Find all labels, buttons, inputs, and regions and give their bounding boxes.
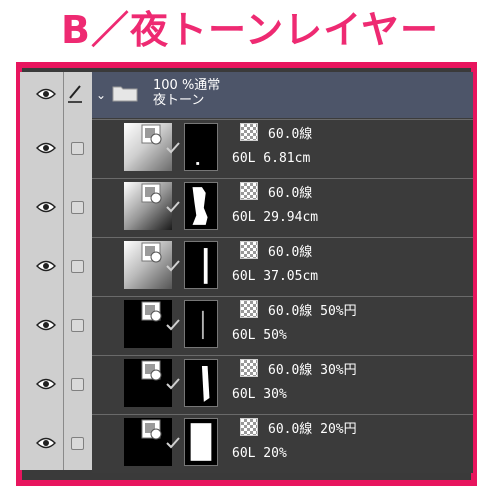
tone-layer-icon	[141, 242, 162, 263]
lock-checkbox[interactable]	[71, 201, 84, 214]
tone-layer-icon	[141, 183, 162, 204]
layer-tone-settings: 60.0線	[268, 186, 313, 201]
eye-icon[interactable]	[36, 437, 56, 449]
layer-mask-thumbnail[interactable]	[184, 418, 218, 466]
eye-icon[interactable]	[36, 378, 56, 390]
tone-layer-icon	[141, 124, 162, 145]
eye-icon[interactable]	[36, 142, 56, 154]
page-title: B／夜トーンレイヤー	[61, 8, 439, 52]
checkmark-icon	[166, 260, 180, 272]
eye-icon[interactable]	[36, 201, 56, 213]
layer-tone-settings: 60.0線	[268, 127, 313, 142]
eye-icon[interactable]	[36, 88, 56, 100]
layer-mask-thumbnail[interactable]	[184, 123, 218, 171]
tone-icon	[240, 418, 258, 436]
folder-name: 夜トーン	[153, 93, 205, 108]
checkmark-icon	[166, 142, 180, 154]
chevron-down-icon[interactable]: ⌄	[96, 88, 106, 102]
layer-tone-settings: 60.0線 30%円	[268, 363, 357, 378]
checkmark-icon	[166, 201, 180, 213]
tone-layer-icon	[141, 419, 162, 440]
layer-name: 60L 6.81cm	[232, 151, 311, 166]
layer-name: 60L 50%	[232, 328, 287, 343]
lock-checkbox[interactable]	[71, 437, 84, 450]
checkmark-icon	[166, 319, 180, 331]
tone-layer-icon	[141, 360, 162, 381]
tone-icon	[240, 359, 258, 377]
layer-tone-settings: 60.0線 20%円	[268, 422, 357, 437]
folder-icon	[112, 86, 138, 102]
pen-icon[interactable]	[66, 84, 84, 104]
tone-icon	[240, 123, 258, 141]
layer-mask-thumbnail[interactable]	[184, 241, 218, 289]
checkmark-icon	[166, 378, 180, 390]
tone-icon	[240, 182, 258, 200]
layer-name: 60L 29.94cm	[232, 210, 319, 225]
folder-blend-mode: 100 %通常	[153, 78, 221, 93]
layer-name: 60L 20%	[232, 446, 287, 461]
layer-mask-thumbnail[interactable]	[184, 359, 218, 407]
checkmark-icon	[166, 437, 180, 449]
layer-mask-thumbnail[interactable]	[184, 300, 218, 348]
tone-icon	[240, 300, 258, 318]
layer-name: 60L 30%	[232, 387, 287, 402]
tone-layer-icon	[141, 301, 162, 322]
tone-icon	[240, 241, 258, 259]
folder-label: 100 %通常 夜トーン	[153, 78, 220, 108]
layer-mask-thumbnail[interactable]	[184, 182, 218, 230]
layer-tone-settings: 60.0線 50%円	[268, 304, 357, 319]
lock-checkbox[interactable]	[71, 378, 84, 391]
eye-icon[interactable]	[36, 319, 56, 331]
lock-checkbox[interactable]	[71, 319, 84, 332]
lock-checkbox[interactable]	[71, 142, 84, 155]
lock-checkbox[interactable]	[71, 260, 84, 273]
eye-icon[interactable]	[36, 260, 56, 272]
layer-tone-settings: 60.0線	[268, 245, 313, 260]
layer-name: 60L 37.05cm	[232, 269, 319, 284]
folder-row[interactable]	[92, 72, 473, 118]
